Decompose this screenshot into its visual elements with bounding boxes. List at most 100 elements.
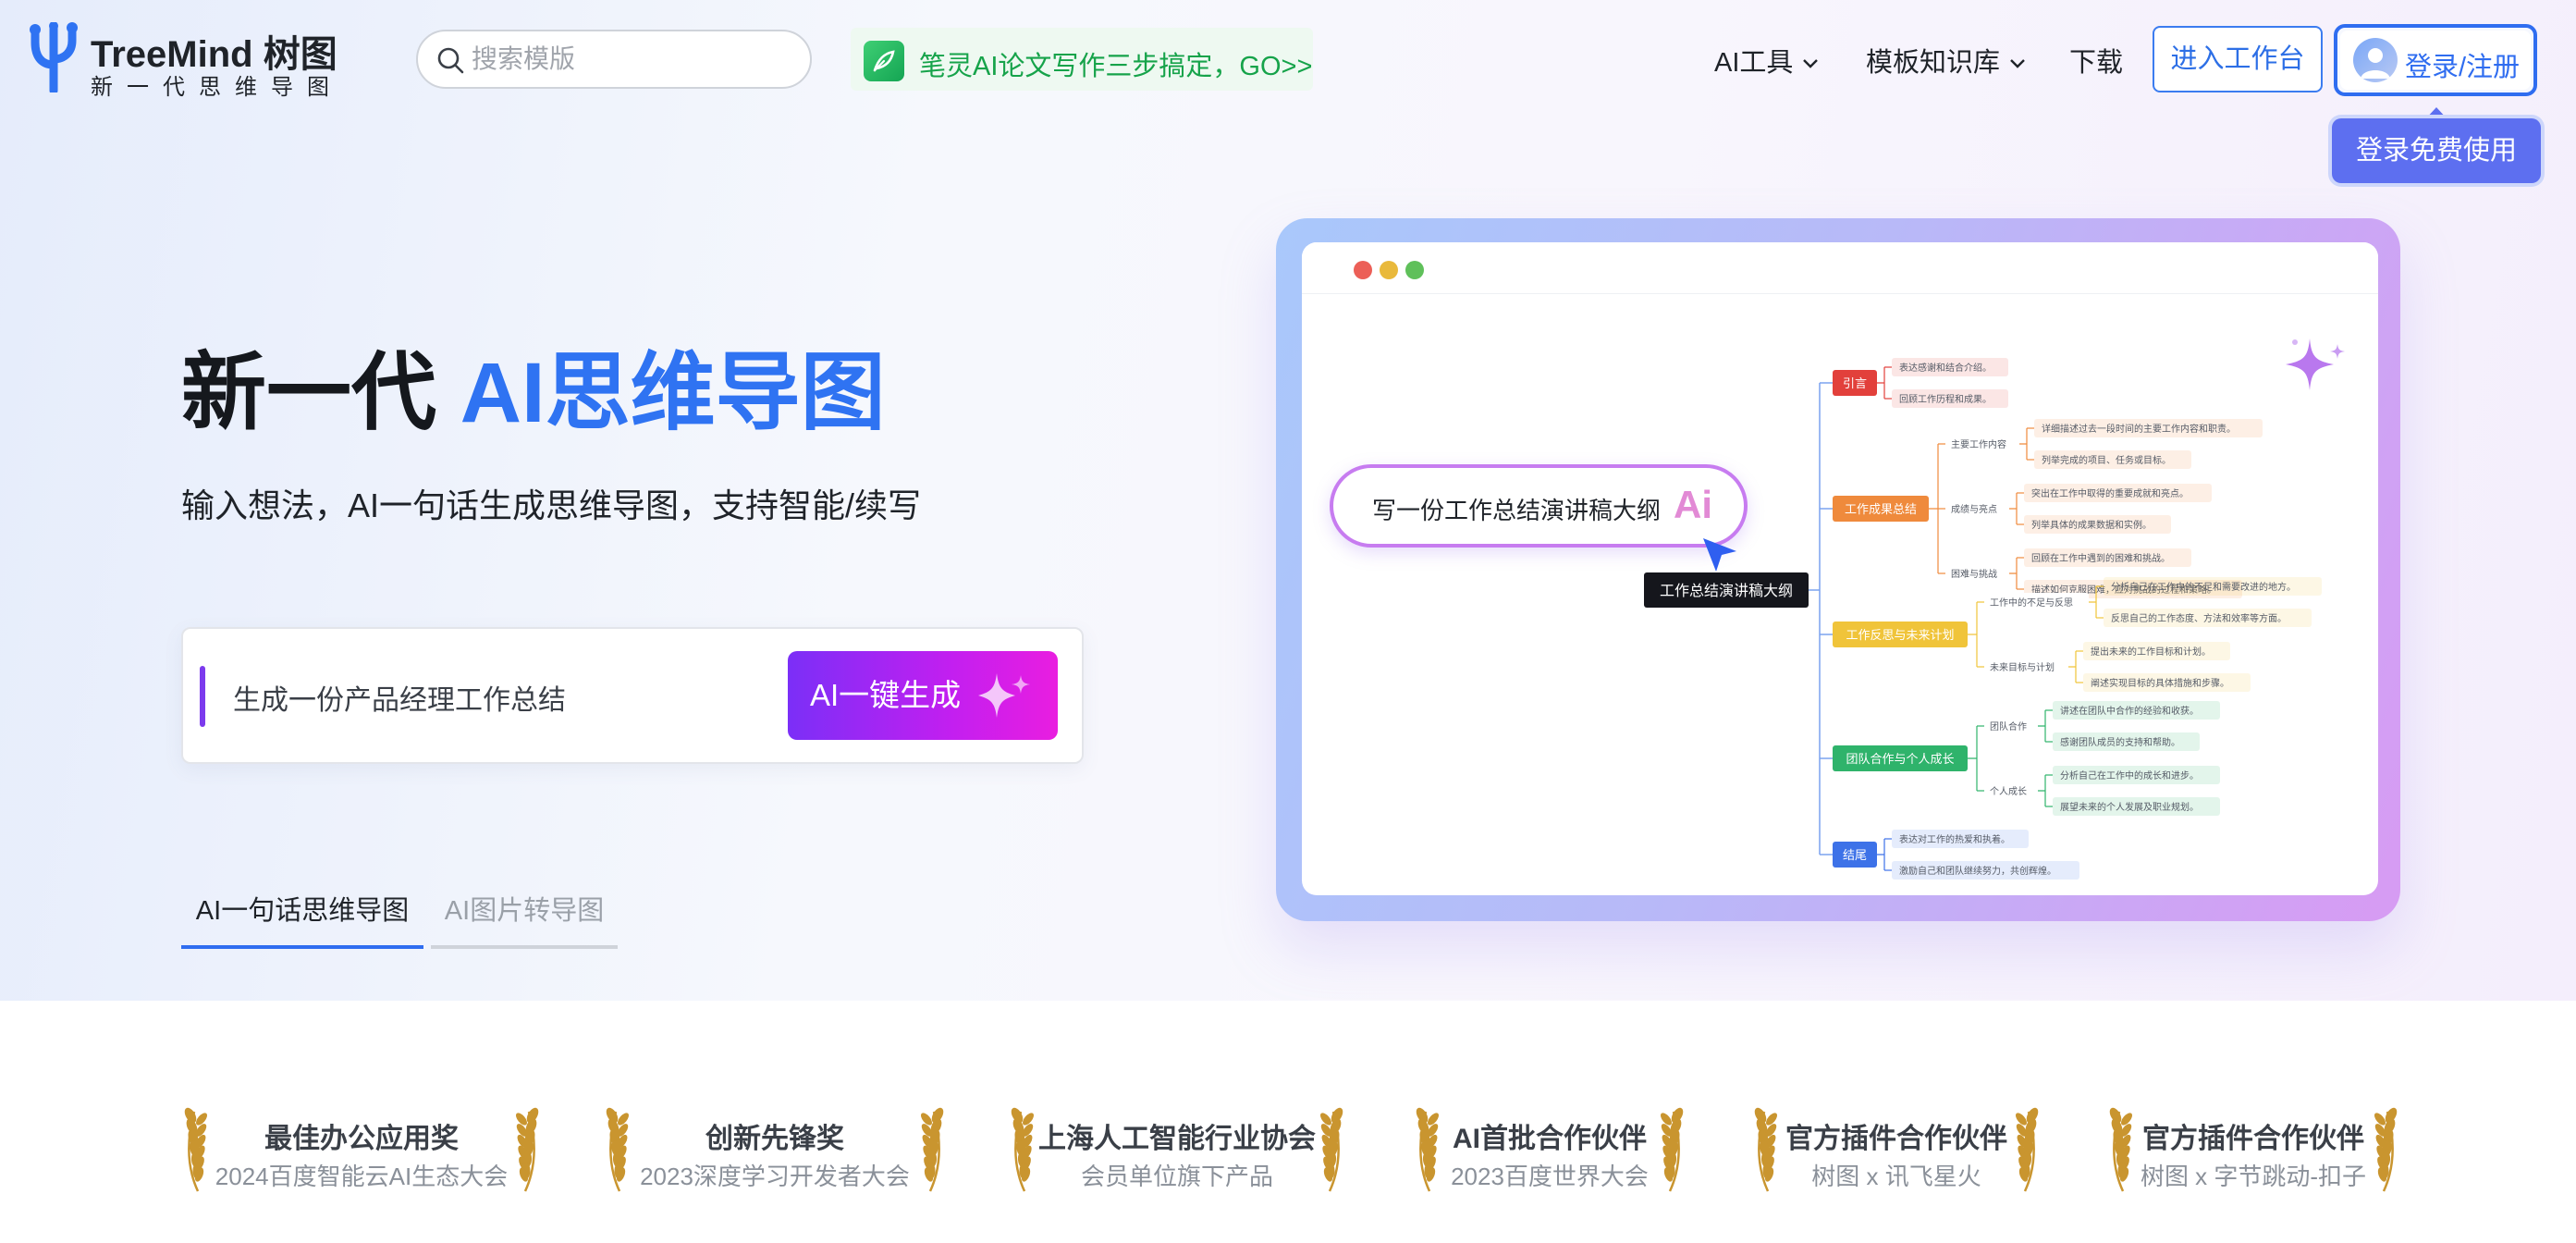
window-close-dot [1354,261,1372,279]
mindmap-leaf-label: 突出在工作中取得的重要成就和亮点。 [2031,487,2189,499]
mindmap-leaf-label: 阐述实现目标的具体措施和步骤。 [2091,677,2229,689]
prompt-input[interactable]: 生成一份产品经理工作总结 [233,677,751,718]
mindmap-connector [1877,839,1885,870]
sparkle-icon [2286,338,2345,390]
input-cursor-bar [200,666,205,727]
award-subtitle: 树图 x 字节跳动-扣子 [2140,1163,2367,1190]
mindmap-branch-label: 结尾 [1843,848,1867,862]
mindmap-leaf-label: 详细描述过去一段时间的主要工作内容和职责。 [2042,423,2236,435]
hero-title-accent: AI思维导图 [460,346,886,440]
mindmap-leaf-label: 回顾在工作中遇到的困难和挑战。 [2031,552,2170,564]
mindmap-connector [2038,710,2046,742]
mindmap-group-label: 团队合作 [1990,720,2027,732]
mindmap-branch-label: 引言 [1843,376,1867,390]
mindmap-leaf-label: 激励自己和团队继续努力，共创辉煌。 [1899,865,2056,877]
nav-ai-tools-label: AI工具 [1714,48,1794,78]
mindmap-prompt-text: 写一份工作总结演讲稿大纲 [1372,497,1662,524]
ai-generate-box: 生成一份产品经理工作总结 AI一键生成 [181,627,1084,764]
mindmap-branch-label: 工作反思与未来计划 [1846,628,1954,642]
mindmap-connector [2009,558,2018,589]
hero-subtitle: 输入想法，AI一句话生成思维导图，支持智能/续写 [181,486,922,524]
mindmap-connector [1877,367,1885,399]
mindmap-leaf-label: 分析自己在工作中的成长和进步。 [2060,769,2199,781]
mindmap-leaf-label: 提出未来的工作目标和计划。 [2091,646,2211,658]
mindmap-group-label: 个人成长 [1990,786,2027,797]
logo-subtitle: 新一代思维导图 [91,75,343,100]
mindmap-leaf-label: 表达感谢和结合介绍。 [1899,362,1992,374]
window-titlebar [1302,242,2378,294]
award-subtitle: 会员单位旗下产品 [1080,1163,1273,1190]
award-title: 上海人工智能行业协会 [1038,1124,1316,1154]
award-item: 官方插件合作伙伴 树图 x 字节跳动-扣子 [2106,1102,2400,1232]
login-button-inner: 登录/注册 [2340,31,2531,90]
award-subtitle: 树图 x 讯飞星火 [1811,1163,1981,1190]
ai-generate-button[interactable]: AI一键生成 [788,651,1058,740]
mindmap-group-label: 工作中的不足与反思 [1990,597,2073,609]
nav-template-library-label: 模板知识库 [1866,48,2001,78]
award-item: 上海人工智能行业协会 会员单位旗下产品 [1008,1102,1346,1232]
tab-ai-sentence-mindmap[interactable]: AI一句话思维导图 [181,888,423,949]
chevron-down-icon [1803,59,1819,69]
mindmap-group-label: 主要工作内容 [1951,438,2006,450]
top-header: TreeMind 树图 新一代思维导图 笔灵AI论文写作三步搞定，GO>> AI… [0,0,2576,183]
enter-workspace-button[interactable]: 进入工作台 [2153,26,2323,92]
mode-tabs: AI一句话思维导图 AI图片转导图 [181,888,625,953]
mindmap-root-label: 工作总结演讲稿大纲 [1660,583,1793,599]
search-input[interactable] [472,41,786,78]
award-title: 官方插件合作伙伴 [2142,1124,2364,1154]
mindmap-connector [2019,428,2028,460]
mindmap-connector [1968,726,1978,791]
award-item: 创新先锋奖 2023深度学习开发者大会 [603,1102,947,1232]
promo-banner[interactable]: 笔灵AI论文写作三步搞定，GO>> [851,28,1313,91]
award-title: 最佳办公应用奖 [264,1124,459,1154]
ai-generate-label: AI一键生成 [810,678,962,712]
mindmap-branch-label: 工作成果总结 [1845,502,1917,516]
nav-template-library[interactable]: 模板知识库 [1866,41,2026,80]
award-item: 官方插件合作伙伴 树图 x 讯飞星火 [1751,1102,2042,1232]
nav-ai-tools[interactable]: AI工具 [1714,41,1819,80]
award-item: AI首批合作伙伴 2023百度世界大会 [1413,1102,1687,1232]
search-icon [437,47,464,74]
award-item: 最佳办公应用奖 2024百度智能云AI生态大会 [181,1102,542,1232]
sparkle-icon [978,673,1030,718]
mindmap-prompt-bubble: 写一份工作总结演讲稿大纲 Ai [1330,464,1748,548]
login-tooltip[interactable]: 登录免费使用 [2332,118,2541,183]
mindmap-leaf-label: 列举完成的项目、任务或目标。 [2042,454,2171,466]
mindmap-connector [2038,775,2046,806]
template-search-box[interactable] [416,30,812,89]
mindmap-leaf-label: 展望未来的个人发展及职业规划。 [2060,801,2199,813]
mindmap-group-label: 未来目标与计划 [1990,661,2055,673]
mindmap-leaf-label: 列举具体的成果数据和实例。 [2031,519,2152,531]
mindmap-leaf-label: 讲述在团队中合作的经验和收获。 [2060,705,2199,717]
mindmap-leaf-label: 表达对工作的热爱和执着。 [1899,833,2010,845]
award-title: AI首批合作伙伴 [1453,1124,1647,1154]
login-register-label: 登录/注册 [2405,53,2521,82]
login-register-button[interactable]: 登录/注册 [2334,24,2537,96]
award-subtitle: 2023深度学习开发者大会 [640,1163,910,1190]
mindmap-connector [1929,444,1939,573]
hero-title: 新一代 AI思维导图 [181,324,886,447]
award-subtitle: 2024百度智能云AI生态大会 [215,1163,509,1190]
mindmap-connector [2068,651,2077,683]
mindmap-connector [1968,602,1978,667]
user-avatar-icon [2353,38,2398,82]
award-subtitle: 2023百度世界大会 [1451,1163,1649,1190]
mindmap-group-label: 困难与挑战 [1951,568,1997,580]
promo-text: 笔灵AI论文写作三步搞定，GO>> [919,52,1313,81]
mindmap-leaf-label: 分析自己在工作中的不足和需要改进的地方。 [2111,581,2296,593]
mindmap-leaf-label: 反思自己的工作态度、方法和效率等方面。 [2111,612,2287,624]
mindmap-preview-window: 工作总结演讲稿大纲 引言 表达感谢和结合介绍。 回顾工作历程和成果。 工作成果总结 主要工… [1302,242,2378,895]
mindmap-connector [2009,493,2018,524]
award-title: 官方插件合作伙伴 [1785,1124,2007,1154]
ai-badge: Ai [1674,483,1712,526]
tab-ai-image-to-mindmap[interactable]: AI图片转导图 [431,888,618,949]
mindmap-leaf-label: 感谢团队成员的支持和帮助。 [2060,736,2180,748]
mindmap-branch-label: 团队合作与个人成长 [1846,752,1954,766]
treemind-logo[interactable]: TreeMind 树图 新一代思维导图 [28,22,361,100]
award-title: 创新先锋奖 [705,1124,844,1154]
mindmap-group-label: 成绩与亮点 [1951,503,1997,515]
mindmap-canvas: 工作总结演讲稿大纲 引言 表达感谢和结合介绍。回顾工作历程和成果。工作成果总结 主要工… [1644,358,2322,880]
cursor-icon [1703,538,1736,572]
nav-download[interactable]: 下载 [2069,41,2123,80]
treemind-logo-icon [30,22,78,92]
